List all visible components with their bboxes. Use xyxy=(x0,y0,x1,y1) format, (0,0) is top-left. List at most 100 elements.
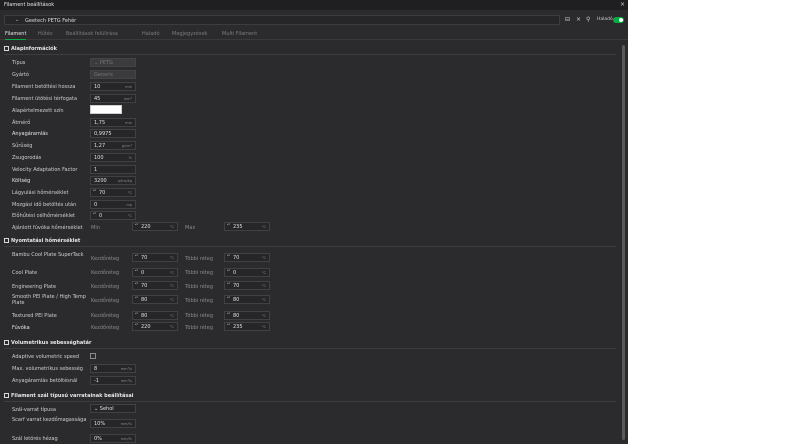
toggle-knob xyxy=(619,18,623,22)
preset-dropdown[interactable]: ⌄ Geetech PETG Fehér xyxy=(4,15,560,25)
spin-arrows-icon[interactable]: ▴▾ xyxy=(135,322,138,327)
supertack-other-layers-input[interactable]: ▴▾ 70 °C xyxy=(224,253,270,262)
field-unit: °C xyxy=(261,314,266,318)
label-seam-gap: Szál letörés hézag xyxy=(12,436,58,442)
field-unit: °C xyxy=(127,191,132,195)
cost-input[interactable]: 3200 pénz/kg xyxy=(90,176,136,185)
color-swatch[interactable] xyxy=(90,105,122,114)
density-input[interactable]: 1,27 g/cm³ xyxy=(90,141,136,150)
advanced-toggle[interactable] xyxy=(613,17,624,23)
first-layer-label: Kezdőréteg xyxy=(91,270,120,276)
field-value: 0,9975 xyxy=(94,131,112,137)
seam-type-dropdown[interactable]: ⌄ Sehol xyxy=(90,404,136,413)
spin-arrows-icon[interactable]: ▴▾ xyxy=(227,311,230,316)
field-value: 0 xyxy=(94,202,98,208)
cool-plate-first-layer-input[interactable]: ▴▾ 0 °C xyxy=(132,268,178,277)
spin-arrows-icon[interactable]: ▴▾ xyxy=(93,188,96,193)
field-value: 70 xyxy=(141,283,148,289)
field-value: 3200 xyxy=(94,178,107,184)
spin-arrows-icon[interactable]: ▴▾ xyxy=(135,311,138,316)
spin-arrows-icon[interactable]: ▴▾ xyxy=(227,222,230,227)
seam-gap-input[interactable]: 0% mm/% xyxy=(90,434,136,443)
spin-arrows-icon[interactable]: ▴▾ xyxy=(93,211,96,216)
tab-notes[interactable]: Megjegyzések xyxy=(172,31,207,37)
ramming-flow-input[interactable]: -1 mm³/s xyxy=(90,376,136,385)
tab-overrides[interactable]: Beállítások felülírása xyxy=(66,31,118,37)
label-flow-ratio: Anyagáramlás xyxy=(12,131,48,137)
delete-icon[interactable]: × xyxy=(576,16,581,23)
label-type: Típus xyxy=(12,60,26,66)
field-value: 0 xyxy=(233,270,237,276)
spin-arrows-icon[interactable]: ▴▾ xyxy=(135,268,138,273)
label-purge-volume: Filament ütötési térfogata xyxy=(12,96,78,102)
nozzle-temp-min-input[interactable]: ▴▾ 220 °C xyxy=(132,222,178,231)
close-icon[interactable]: × xyxy=(620,1,625,8)
vendor-field[interactable]: Generic xyxy=(90,70,136,79)
save-icon[interactable]: ⊟ xyxy=(565,16,570,23)
spin-arrows-icon[interactable]: ▴▾ xyxy=(135,253,138,258)
smooth-pei-first-layer-input[interactable]: ▴▾ 80 °C xyxy=(132,295,178,304)
engineering-other-layers-input[interactable]: ▴▾ 70 °C xyxy=(224,281,270,290)
spin-arrows-icon[interactable]: ▴▾ xyxy=(135,281,138,286)
label-cost: Költség xyxy=(12,178,31,184)
label-velocity-factor: Velocity Adaptation Factor xyxy=(12,167,78,173)
divider xyxy=(4,246,616,247)
spin-arrows-icon[interactable]: ▴▾ xyxy=(135,295,138,300)
other-layers-label: Többi réteg xyxy=(185,270,214,276)
supertack-first-layer-input[interactable]: ▴▾ 70 °C xyxy=(132,253,178,262)
label-cool-plate: Cool Plate xyxy=(12,270,38,276)
field-unit: °C xyxy=(169,298,174,302)
tab-advanced[interactable]: Haladó xyxy=(142,31,160,37)
precool-temp-input[interactable]: ▴▾ 0 °C xyxy=(90,211,136,220)
search-icon[interactable]: ⚲ xyxy=(586,16,590,23)
spin-arrows-icon[interactable]: ▴▾ xyxy=(227,268,230,273)
label-vendor: Gyártó xyxy=(12,72,29,78)
title-bar: Filament beállítások × xyxy=(0,0,628,10)
tab-multi-filament[interactable]: Multi Filament xyxy=(222,31,257,37)
softening-temp-input[interactable]: ▴▾ 70 °C xyxy=(90,188,136,197)
diameter-input[interactable]: 1,75 mm xyxy=(90,118,136,127)
section-title: Alapinformációk xyxy=(11,46,57,52)
textured-pei-other-layers-input[interactable]: ▴▾ 80 °C xyxy=(224,311,270,320)
divider xyxy=(4,54,616,55)
textured-pei-first-layer-input[interactable]: ▴▾ 80 °C xyxy=(132,311,178,320)
spin-arrows-icon[interactable]: ▴▾ xyxy=(135,222,138,227)
label-seam-type: Szál-varrat típusa xyxy=(12,407,56,413)
label-engineering-plate: Engineering Plate xyxy=(12,284,57,290)
spin-arrows-icon[interactable]: ▴▾ xyxy=(227,322,230,327)
max-volumetric-speed-input[interactable]: 8 mm³/s xyxy=(90,364,136,373)
shrinkage-input[interactable]: 100% xyxy=(90,153,136,162)
cool-plate-other-layers-input[interactable]: ▴▾ 0 °C xyxy=(224,268,270,277)
field-value: 80 xyxy=(233,313,240,319)
load-length-input[interactable]: 10 mm xyxy=(90,82,136,91)
min-label: Min xyxy=(91,225,100,231)
field-unit: mm/% xyxy=(120,422,132,426)
nozzle-temp-max-input[interactable]: ▴▾ 235 °C xyxy=(224,222,270,231)
max-label: Max xyxy=(185,225,196,231)
tab-cooling[interactable]: Hűtés xyxy=(38,31,53,37)
scrollbar[interactable] xyxy=(622,45,625,440)
section-print-temperature: Nyomtatási hőmérséklet xyxy=(4,238,80,244)
nozzle-other-layers-input[interactable]: ▴▾ 235 °C xyxy=(224,322,270,331)
tab-bar: Filament Hűtés Beállítások felülírása Ha… xyxy=(0,30,628,40)
spin-arrows-icon[interactable]: ▴▾ xyxy=(227,253,230,258)
smooth-pei-other-layers-input[interactable]: ▴▾ 80 °C xyxy=(224,295,270,304)
nozzle-first-layer-input[interactable]: ▴▾ 220 °C xyxy=(132,322,178,331)
adaptive-volumetric-speed-checkbox[interactable] xyxy=(90,353,96,359)
spin-arrows-icon[interactable]: ▴▾ xyxy=(227,295,230,300)
flow-ratio-input[interactable]: 0,9975 xyxy=(90,129,136,138)
spin-arrows-icon[interactable]: ▴▾ xyxy=(227,281,230,286)
section-title: Filament szál típusú varratainak beállít… xyxy=(11,393,134,399)
scarf-start-height-input[interactable]: 10% mm/% xyxy=(90,419,136,428)
field-unit: °C xyxy=(261,325,266,329)
field-unit: mp xyxy=(126,203,132,207)
tab-filament[interactable]: Filament xyxy=(5,31,27,40)
type-dropdown[interactable]: ⌄ PETG xyxy=(90,58,136,67)
velocity-factor-input[interactable]: 1 xyxy=(90,165,136,174)
engineering-first-layer-input[interactable]: ▴▾ 70 °C xyxy=(132,281,178,290)
purge-volume-input[interactable]: 45 mm³ xyxy=(90,94,136,103)
field-value: 235 xyxy=(233,224,243,230)
field-value: 80 xyxy=(141,297,148,303)
travel-time-input[interactable]: 0 mp xyxy=(90,200,136,209)
other-layers-label: Többi réteg xyxy=(185,325,214,331)
